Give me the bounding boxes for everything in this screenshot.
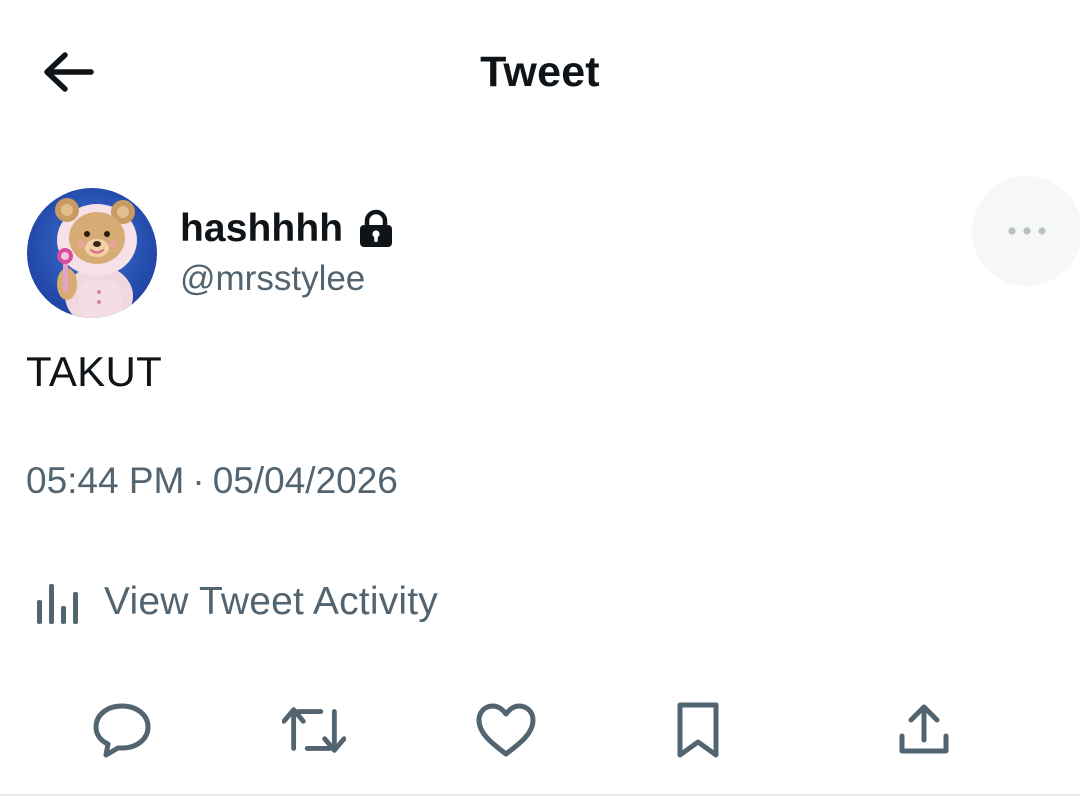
- page-title: Tweet: [480, 48, 600, 96]
- display-name: hashhhh: [180, 207, 344, 250]
- avatar[interactable]: [27, 188, 157, 318]
- bookmark-icon: [677, 702, 719, 758]
- share-button[interactable]: [892, 698, 956, 762]
- meta-separator: ·: [192, 460, 205, 501]
- more-horizontal-icon: [1008, 227, 1046, 235]
- heart-icon: [476, 703, 536, 757]
- analytics-bars-icon: [34, 578, 82, 626]
- tweet-timestamp: 05:44 PM · 05/04/2026: [26, 460, 398, 502]
- tweet-text: TAKUT: [26, 348, 163, 395]
- reply-button[interactable]: [90, 698, 154, 762]
- author-name-row[interactable]: hashhhh: [180, 207, 395, 251]
- more-options-button[interactable]: [972, 176, 1080, 286]
- lock-icon: [357, 209, 395, 249]
- view-tweet-activity-link[interactable]: View Tweet Activity: [34, 578, 438, 626]
- bottom-divider: [0, 794, 1080, 796]
- teddy-bear-avatar-image: [27, 188, 157, 318]
- retweet-button[interactable]: [282, 698, 346, 762]
- tweet-date: 05/04/2026: [212, 460, 398, 501]
- share-icon: [899, 704, 949, 754]
- username-handle[interactable]: @mrsstylee: [180, 259, 365, 299]
- tweet-time: 05:44 PM: [26, 460, 185, 501]
- bookmark-button[interactable]: [666, 698, 730, 762]
- view-tweet-activity-label: View Tweet Activity: [104, 580, 439, 623]
- reply-icon: [93, 703, 151, 758]
- retweet-icon: [282, 707, 346, 753]
- like-button[interactable]: [474, 698, 538, 762]
